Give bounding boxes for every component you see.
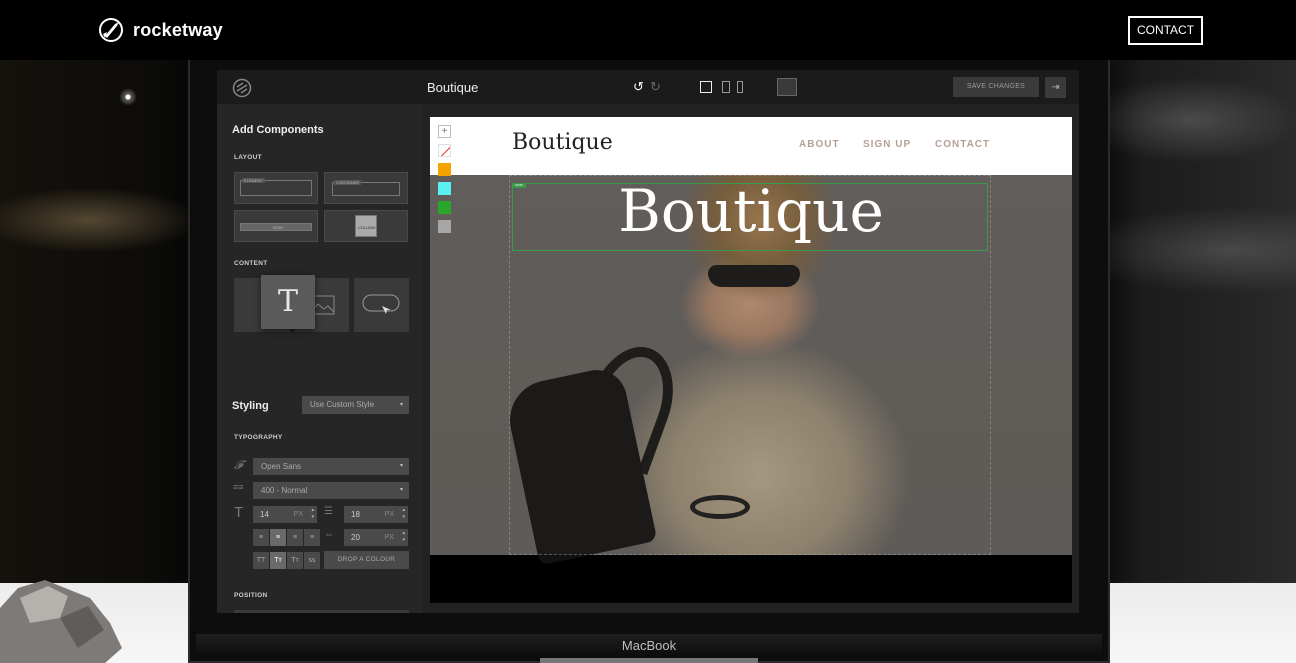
page-canvas[interactable]: Boutique ABOUT SIGN UP CONTACT ROW Bouti…: [430, 117, 1072, 603]
letter-spacing-icon: ⇔: [324, 529, 334, 540]
button-tile[interactable]: [354, 278, 409, 332]
undo-icon[interactable]: ↺: [633, 79, 644, 95]
color-swatches: +: [438, 125, 451, 239]
typography-label: TYPOGRAPHY: [234, 434, 283, 441]
cyan-swatch[interactable]: [438, 182, 451, 195]
letter-spacing-input[interactable]: 20 PX ▴ ▾: [344, 529, 408, 546]
capitalize-button[interactable]: Tт: [270, 552, 286, 569]
line-height-input[interactable]: 18 PX ▴ ▾: [344, 506, 408, 523]
save-changes-button[interactable]: SAVE CHANGES: [953, 77, 1039, 97]
align-right-icon[interactable]: ≡: [287, 529, 303, 546]
preview-logo: Boutique: [512, 130, 613, 155]
components-sidebar: Add Components LAYOUT ELEMENT CONTAINER …: [217, 104, 422, 613]
font-size-icon: T: [234, 504, 244, 521]
content-label: CONTENT: [234, 260, 268, 267]
redo-icon[interactable]: ↻: [650, 79, 661, 95]
contact-button[interactable]: CONTACT: [1128, 16, 1203, 45]
font-size-input[interactable]: 14 PX ▴ ▾: [253, 506, 317, 523]
app-logo-icon[interactable]: [232, 78, 252, 98]
no-color-swatch[interactable]: [438, 144, 451, 157]
preview-hero[interactable]: ROW Boutique: [430, 175, 1072, 566]
layout-label: LAYOUT: [234, 154, 262, 161]
hero-title[interactable]: Boutique: [430, 175, 1072, 247]
container-tile[interactable]: CONTAINER: [324, 172, 408, 204]
desktop-view-icon[interactable]: [700, 81, 712, 93]
phone-view-icon[interactable]: [737, 81, 743, 93]
font-icon: 𝓕: [234, 458, 243, 472]
builder-app-screen: Boutique ↺ ↻ SAVE CHANGES ⇥ Add Componen…: [217, 70, 1079, 613]
font-family-select[interactable]: Open Sans ▾: [253, 458, 409, 475]
preview-header[interactable]: Boutique ABOUT SIGN UP CONTACT: [430, 117, 1072, 175]
tablet-view-icon[interactable]: [722, 81, 730, 93]
gray-swatch[interactable]: [438, 220, 451, 233]
small-caps-button[interactable]: ꜱꜱ: [304, 552, 320, 569]
layout-toggle-icon[interactable]: [777, 78, 797, 96]
orange-swatch[interactable]: [438, 163, 451, 176]
button-icon: [362, 294, 400, 314]
preview-nav-contact[interactable]: CONTACT: [935, 139, 990, 150]
rocket-icon: [99, 18, 123, 42]
preview-nav-about[interactable]: ABOUT: [799, 139, 840, 150]
align-center-icon[interactable]: ≡: [270, 529, 286, 546]
position-label: POSITION: [234, 592, 268, 599]
column-tile[interactable]: COLUMN: [324, 210, 408, 242]
text-align-group: ≡ ≡ ≡ ≡: [253, 529, 320, 546]
font-weight-select[interactable]: 400 - Normal ▾: [253, 482, 409, 499]
laptop-hinge: MacBook: [196, 634, 1102, 658]
font-weight-icon: ≡≡: [233, 482, 244, 492]
brand-logo[interactable]: rocketway: [97, 16, 223, 44]
styling-label: Styling: [232, 400, 269, 412]
laptop-base: [540, 658, 758, 663]
preview-nav-signup[interactable]: SIGN UP: [863, 139, 911, 150]
drop-colour-button[interactable]: DROP A COLOUR: [324, 551, 409, 569]
custom-style-select[interactable]: Use Custom Style ▾: [302, 396, 409, 414]
project-title: Boutique: [427, 80, 479, 95]
text-transform-group: TT Tт Tт ꜱꜱ: [253, 552, 320, 569]
lowercase-button[interactable]: Tт: [287, 552, 303, 569]
exit-icon[interactable]: ⇥: [1045, 77, 1066, 98]
position-box[interactable]: 0 0: [234, 610, 409, 613]
align-justify-icon[interactable]: ≡: [304, 529, 320, 546]
element-tile[interactable]: ELEMENT: [234, 172, 318, 204]
green-swatch[interactable]: [438, 201, 451, 214]
add-color-icon[interactable]: +: [438, 125, 451, 138]
brand-name: rocketway: [133, 19, 223, 40]
sidebar-title: Add Components: [232, 124, 324, 136]
line-height-icon: ☰: [324, 506, 333, 517]
align-left-icon[interactable]: ≡: [253, 529, 269, 546]
row-tile[interactable]: ROW: [234, 210, 318, 242]
rock-image: [0, 580, 122, 663]
uppercase-button[interactable]: TT: [253, 552, 269, 569]
top-navbar: rocketway CONTACT: [0, 0, 1296, 60]
dragging-text-icon[interactable]: T: [261, 275, 315, 329]
app-toolbar: Boutique ↺ ↻ SAVE CHANGES ⇥: [217, 70, 1079, 104]
laptop-label: MacBook: [621, 638, 677, 653]
